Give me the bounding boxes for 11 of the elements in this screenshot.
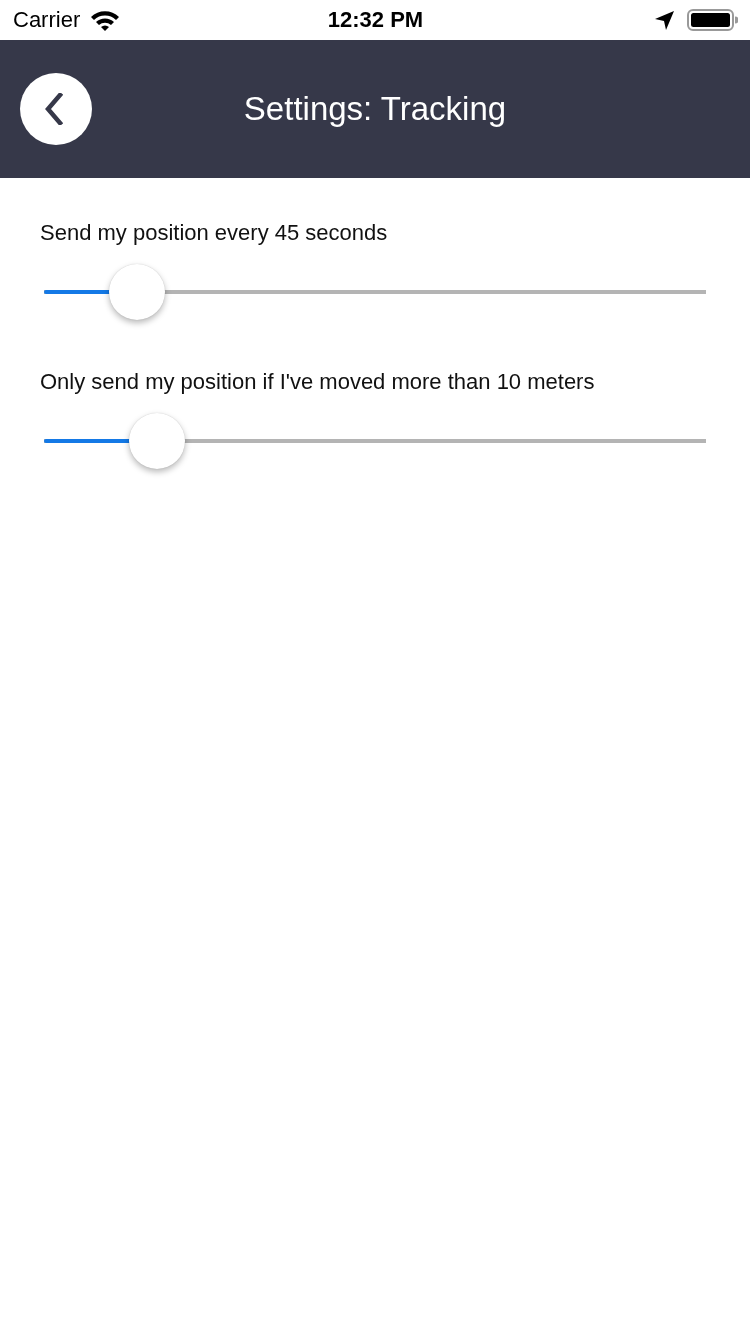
location-arrow-icon bbox=[655, 10, 674, 30]
slider-thumb[interactable] bbox=[108, 264, 165, 320]
chevron-left-icon bbox=[45, 93, 63, 125]
slider-thumb[interactable] bbox=[128, 413, 185, 469]
time-text: 12:32 PM bbox=[327, 7, 424, 33]
battery-icon bbox=[687, 9, 738, 31]
carrier-text: Carrier bbox=[13, 7, 81, 33]
wifi-icon bbox=[90, 9, 121, 31]
screen-title: Settings: Tracking bbox=[243, 90, 507, 128]
setting-label: Send my position every 45 seconds bbox=[40, 220, 389, 246]
setting-label: Only send my position if I've moved more than 10 meters bbox=[40, 369, 596, 395]
